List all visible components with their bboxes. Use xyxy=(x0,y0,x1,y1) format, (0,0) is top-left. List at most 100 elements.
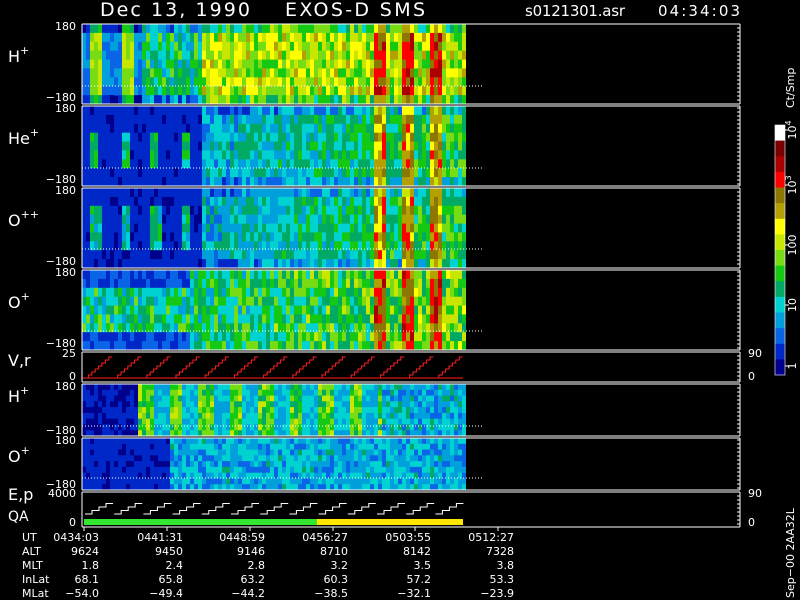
heatmap-cell xyxy=(430,95,434,105)
heatmap-cell xyxy=(90,59,94,69)
heatmap-cell xyxy=(226,168,230,178)
heatmap-cell xyxy=(146,478,150,485)
heatmap-cell xyxy=(338,24,342,34)
heatmap-cell xyxy=(218,214,222,225)
heatmap-cell xyxy=(198,296,202,307)
heatmap-cell xyxy=(354,314,358,324)
heatmap-cell xyxy=(110,305,114,315)
heatmap-cell xyxy=(202,424,206,431)
heatmap-cell xyxy=(322,159,326,169)
heatmap-cell xyxy=(134,250,138,260)
heatmap-cell xyxy=(142,77,146,87)
heatmap-cell xyxy=(454,214,458,225)
heatmap-cell xyxy=(374,389,378,397)
heatmap-cell xyxy=(186,389,190,397)
heatmap-cell xyxy=(230,223,234,233)
heatmap-cell xyxy=(322,407,326,414)
heatmap-cell xyxy=(170,449,174,456)
heatmap-cell xyxy=(418,214,422,225)
heatmap-cell xyxy=(178,395,182,402)
heatmap-cell xyxy=(270,296,274,307)
heatmap-cell xyxy=(258,214,262,225)
heatmap-cell xyxy=(102,332,106,342)
heatmap-cell xyxy=(454,305,458,315)
heatmap-cell xyxy=(266,50,270,61)
heatmap-cell xyxy=(130,412,134,420)
heatmap-cell xyxy=(86,68,90,78)
heatmap-cell xyxy=(278,341,282,351)
heatmap-cell xyxy=(382,123,386,134)
heatmap-cell xyxy=(418,395,422,402)
heatmap-cell xyxy=(362,205,366,216)
heatmap-cell xyxy=(318,123,322,134)
heatmap-cell xyxy=(106,250,110,260)
heatmap-cell xyxy=(298,95,302,105)
heatmap-cell xyxy=(138,401,142,408)
heatmap-cell xyxy=(138,461,142,468)
heatmap-cell xyxy=(378,24,382,34)
heatmap-cell xyxy=(110,141,114,151)
heatmap-cell xyxy=(290,196,294,207)
heatmap-cell xyxy=(366,424,370,431)
heatmap-cell xyxy=(450,123,454,134)
heatmap-cell xyxy=(98,168,102,178)
heatmap-cell xyxy=(422,214,426,225)
heatmap-cell xyxy=(446,401,450,408)
heatmap-cell xyxy=(254,296,258,307)
heatmap-cell xyxy=(158,278,162,289)
heatmap-cell xyxy=(206,95,210,105)
heatmap-cell xyxy=(130,141,134,151)
heatmap-cell xyxy=(90,223,94,233)
heatmap-cell xyxy=(178,214,182,225)
heatmap-cell xyxy=(82,132,86,143)
panels-layer xyxy=(81,23,741,531)
heatmap-cell xyxy=(274,270,278,280)
heatmap-cell xyxy=(174,418,178,425)
heatmap-cell xyxy=(410,332,414,342)
heatmap-cell xyxy=(198,214,202,225)
heatmap-cell xyxy=(390,32,394,43)
heatmap-cell xyxy=(102,41,106,52)
heatmap-cell xyxy=(206,412,210,420)
heatmap-cell xyxy=(214,250,218,260)
heatmap-cell xyxy=(342,250,346,260)
heatmap-cell xyxy=(134,478,138,485)
heatmap-cell xyxy=(250,270,254,280)
heatmap-cell xyxy=(330,86,334,96)
heatmap-cell xyxy=(130,150,134,160)
heatmap-cell xyxy=(230,418,234,425)
heatmap-cell xyxy=(310,296,314,307)
heatmap-cell xyxy=(274,407,278,414)
heatmap-cell xyxy=(178,150,182,160)
heatmap-cell xyxy=(206,438,210,445)
heatmap-cell xyxy=(90,205,94,216)
heatmap-cell xyxy=(450,168,454,178)
heatmap-cell xyxy=(114,150,118,160)
heatmap-cell xyxy=(102,168,106,178)
heatmap-cell xyxy=(426,314,430,324)
heatmap-cell xyxy=(210,341,214,351)
heatmap-cell xyxy=(406,86,410,96)
heatmap-cell xyxy=(142,24,146,34)
heatmap-cell xyxy=(230,314,234,324)
heatmap-cell xyxy=(262,332,266,342)
heatmap-cell xyxy=(306,314,310,324)
heatmap-cell xyxy=(346,150,350,160)
heatmap-cell xyxy=(254,305,258,315)
heatmap-cell xyxy=(178,188,182,198)
heatmap-cell xyxy=(234,270,238,280)
heatmap-cell xyxy=(378,150,382,160)
heatmap-cell xyxy=(106,177,110,187)
heatmap-cell xyxy=(322,287,326,298)
heatmap-cell xyxy=(354,395,358,402)
heatmap-cell xyxy=(310,123,314,134)
heatmap-cell xyxy=(302,168,306,178)
heatmap-cell xyxy=(250,68,254,78)
heatmap-cell xyxy=(290,24,294,34)
heatmap-cell xyxy=(254,95,258,105)
heatmap-cell xyxy=(134,296,138,307)
heatmap-cell xyxy=(370,106,374,116)
heatmap-cell xyxy=(154,86,158,96)
heatmap-cell xyxy=(186,32,190,43)
heatmap-cell xyxy=(194,168,198,178)
